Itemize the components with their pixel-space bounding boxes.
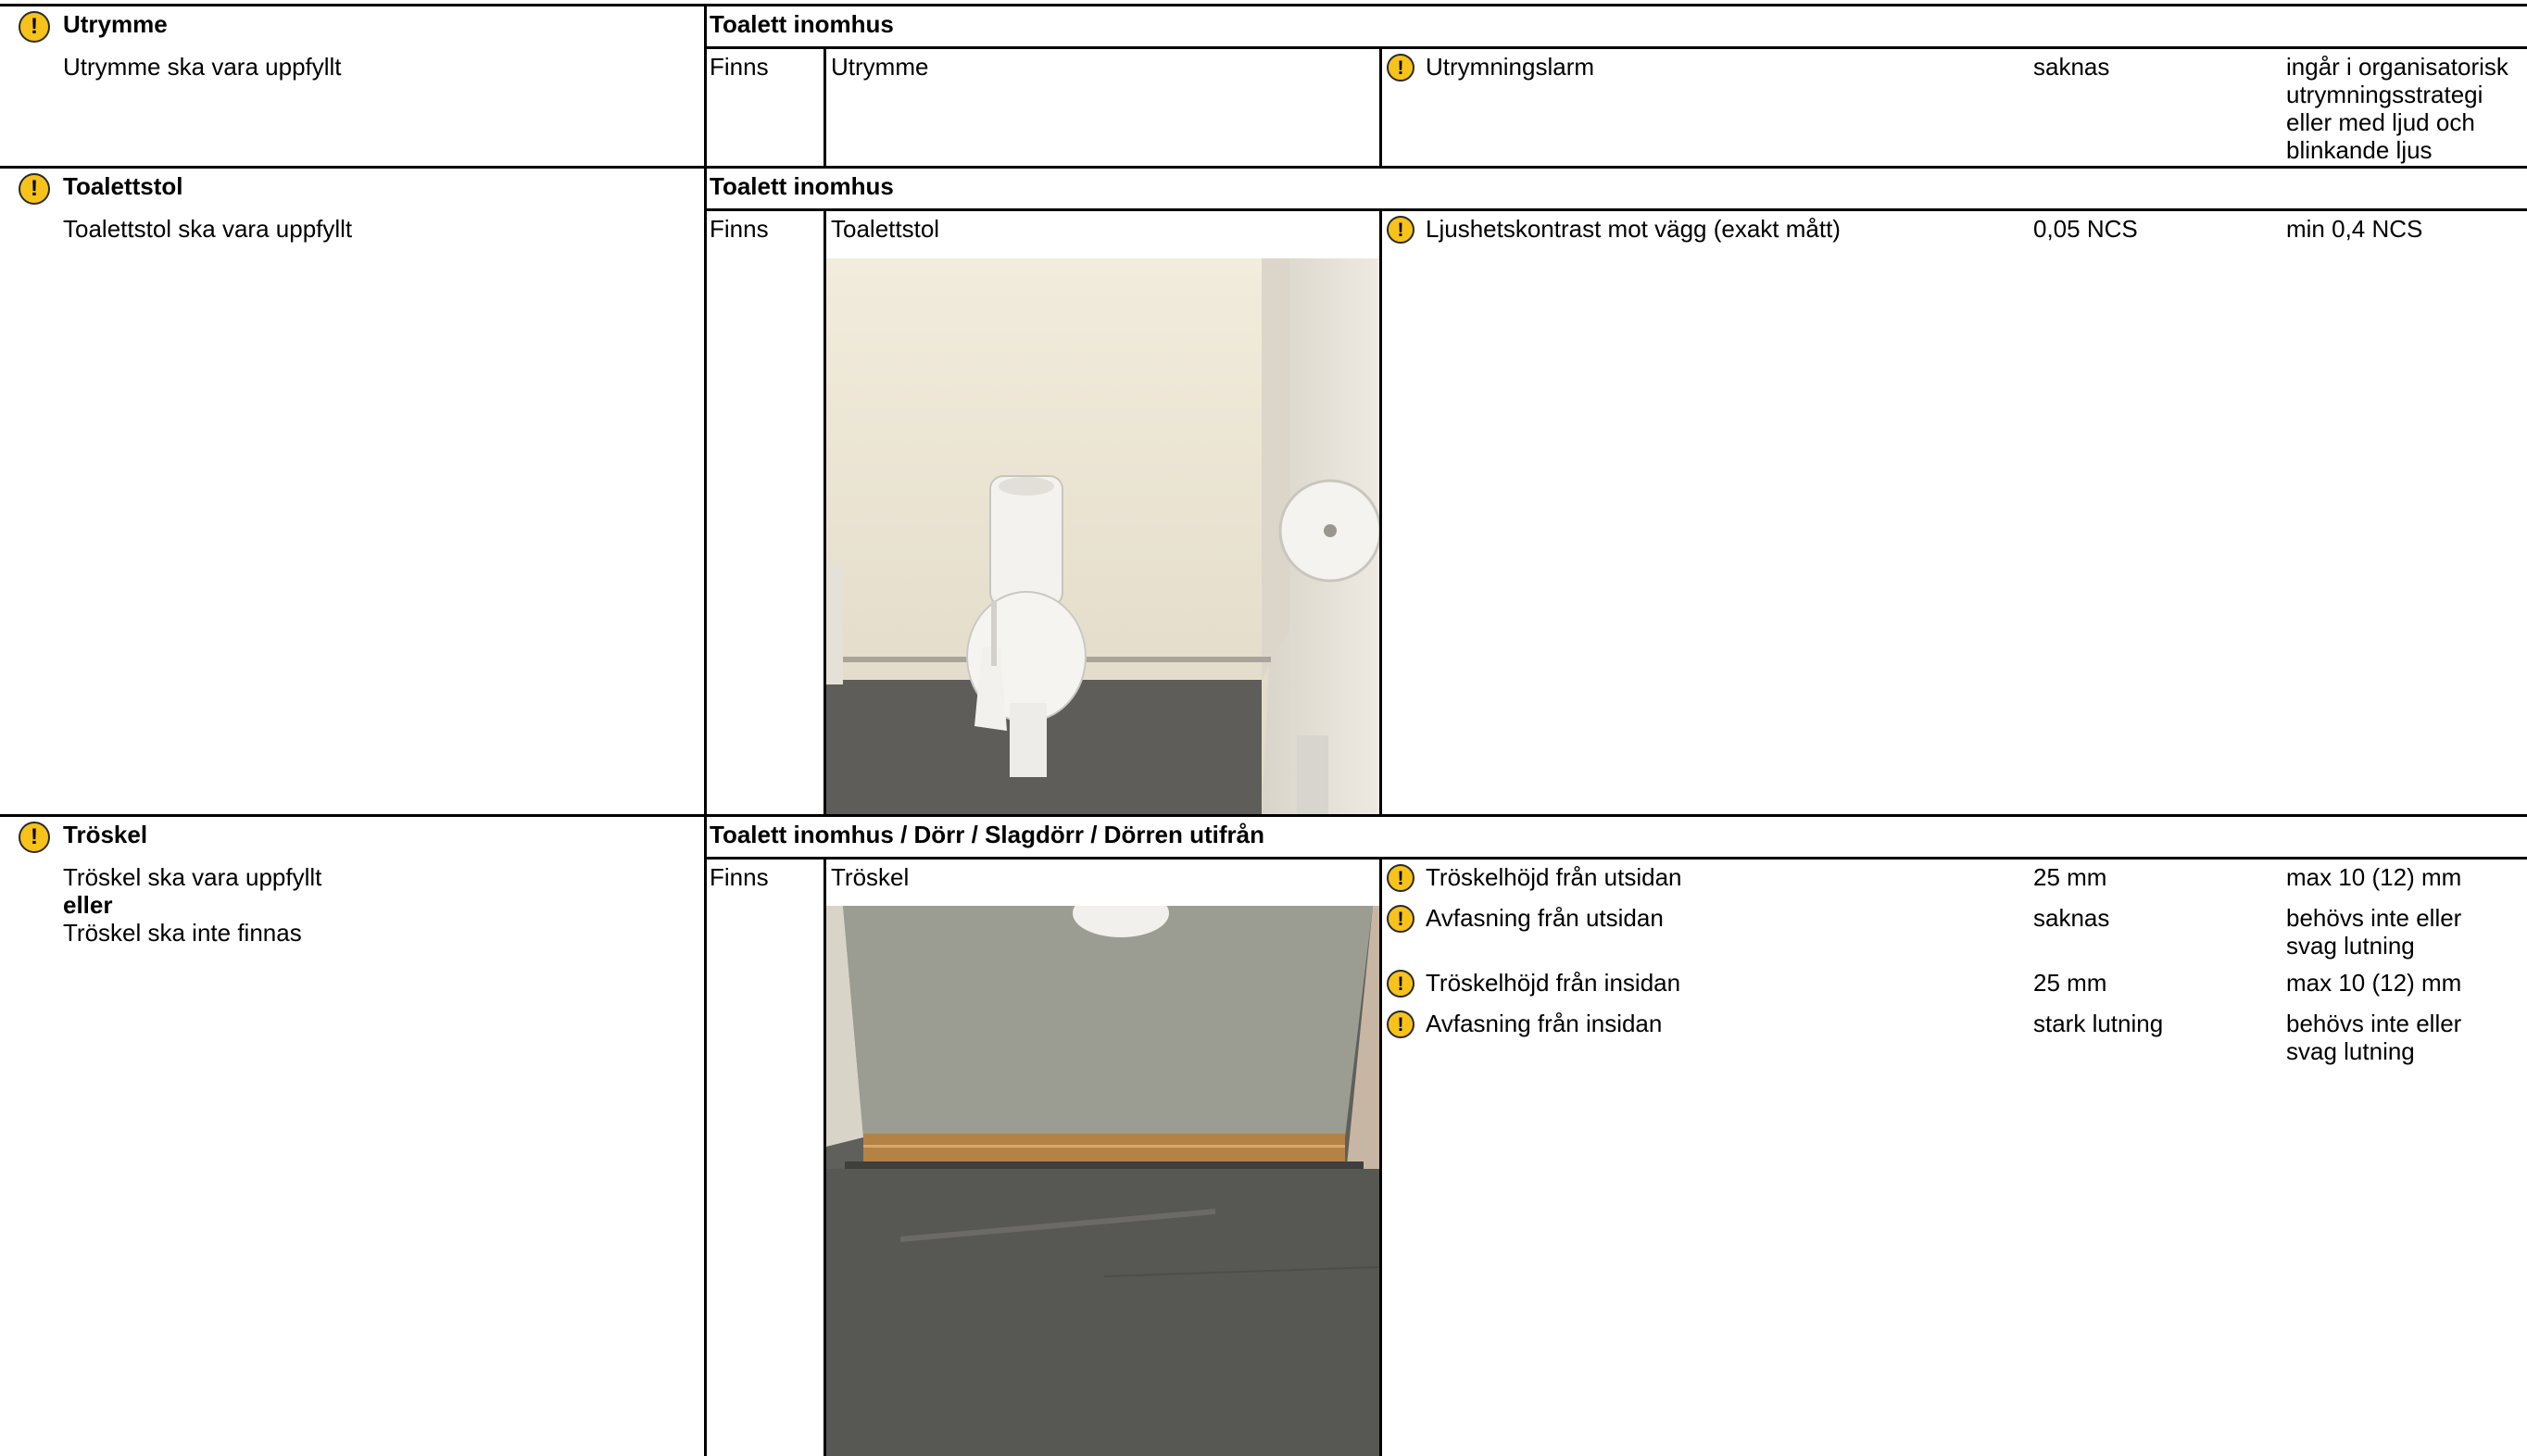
criterion-label: Tröskelhöjd från insidan [1426,969,1681,997]
column-divider-status-1 [823,46,826,168]
requirement-line: Tröskel ska inte finnas [63,919,302,947]
section-requirement: Toalettstol ska vara uppfyllt [63,215,353,243]
criterion-requirement: min 0,4 NCS [2286,215,2423,243]
criterion-value: stark lutning [2033,1010,2164,1037]
location-header: Toalett inomhus [710,172,894,200]
criterion-label: Utrymningslarm [1426,53,1595,81]
status-cell: Finns [710,53,769,81]
header-underline-3 [705,857,2527,860]
warning-icon: ! [1387,54,1414,82]
criterion-value: 0,05 NCS [2033,215,2138,243]
requirement-conjunction: eller [63,891,113,919]
criterion-label: Ljushetskontrast mot vägg (exakt mått) [1426,215,1841,243]
section-requirement: Utrymme ska vara uppfyllt [63,53,342,81]
criterion-value: saknas [2033,53,2110,81]
criterion-requirement: max 10 (12) mm [2286,969,2462,997]
section-requirement: Tröskel ska vara uppfyllt eller Tröskel … [63,863,321,947]
warning-icon: ! [1387,905,1414,933]
location-header: Toalett inomhus / Dörr / Slagdörr / Dörr… [710,821,1265,848]
criterion-requirement: behövs inte eller svag lutning [2286,1010,2462,1065]
column-divider-object-3 [1379,857,1382,1456]
criterion-label: Tröskelhöjd från utsidan [1426,863,1682,891]
criterion-requirement: max 10 (12) mm [2286,863,2462,891]
section-title: Toalettstol [63,172,183,200]
threshold-photo [826,906,1379,1456]
object-cell: Utrymme [831,53,929,81]
header-underline-1 [705,46,2527,49]
status-cell: Finns [710,215,769,243]
requirement-line: Tröskel ska vara uppfyllt [63,863,322,891]
column-divider-object-2 [1379,208,1382,816]
warning-icon: ! [1387,216,1414,244]
header-underline-2 [705,208,2527,211]
warning-icon: ! [1387,864,1414,892]
warning-icon: ! [1387,1010,1414,1038]
section-divider-2 [0,814,2527,817]
section-title: Tröskel [63,821,148,848]
warning-icon: ! [19,822,50,853]
warning-icon: ! [1387,970,1414,998]
criterion-label: Avfasning från insidan [1426,1010,1663,1037]
object-cell: Toalettstol [831,215,940,243]
criterion-requirement: ingår i organisatorisk utrymningsstrateg… [2286,53,2508,164]
warning-icon: ! [19,11,50,43]
criterion-value: 25 mm [2033,863,2107,891]
section-divider-1 [0,166,2527,169]
criterion-value: 25 mm [2033,969,2107,997]
location-header: Toalett inomhus [710,10,894,38]
object-cell: Tröskel [831,863,910,891]
criterion-requirement: behövs inte eller svag lutning [2286,904,2462,960]
toilet-photo [826,258,1379,814]
criterion-value: saknas [2033,904,2110,932]
column-divider-main [704,4,707,1456]
section-title: Utrymme [63,10,168,38]
status-cell: Finns [710,863,769,891]
top-border [0,4,2527,6]
warning-icon: ! [19,173,50,205]
column-divider-object-1 [1379,46,1382,168]
criterion-label: Avfasning från utsidan [1426,904,1664,932]
